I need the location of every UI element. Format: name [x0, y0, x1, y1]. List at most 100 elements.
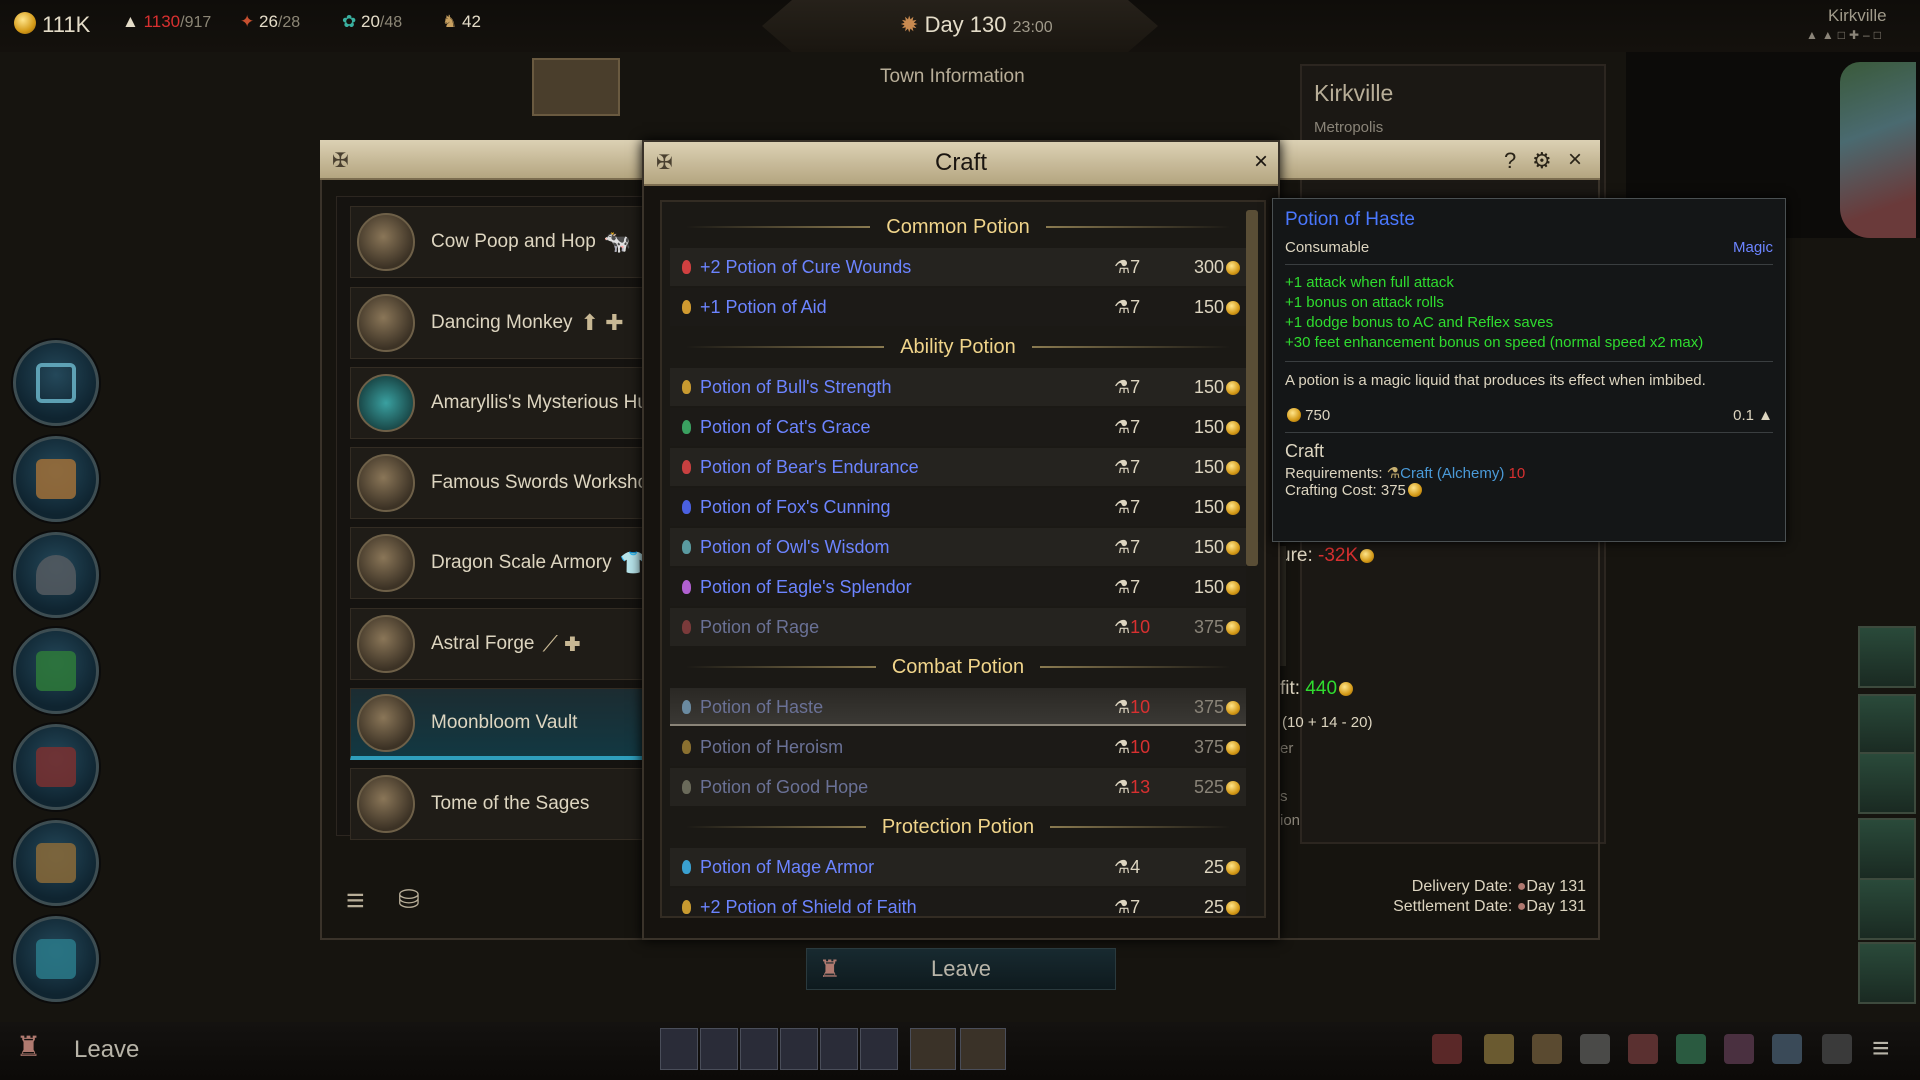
resource2-counter: ✿ 20/48: [342, 12, 402, 32]
coin-icon: [1226, 861, 1240, 875]
establishment-label: Famous Swords Workshop: [431, 472, 659, 493]
recipe-row[interactable]: Potion of Fox's Cunning ⚗7 150: [670, 488, 1246, 526]
skill-value: 13: [1130, 777, 1151, 797]
requirements-label: Requirements:: [1285, 465, 1383, 482]
party-member-slot[interactable]: [660, 1028, 698, 1070]
red-potion-icon: [682, 460, 691, 474]
recipe-row[interactable]: Potion of Mage Armor ⚗4 25: [670, 848, 1246, 886]
price-value: 150: [1193, 537, 1224, 557]
craft-close-button[interactable]: ×: [1254, 148, 1268, 176]
effect-line: +1 attack when full attack: [1285, 274, 1454, 291]
book-icon[interactable]: [1724, 1034, 1754, 1064]
guild-banner-button[interactable]: [13, 628, 99, 714]
bottom-leave-button[interactable]: Leave: [74, 1036, 139, 1064]
gold-value: 111K: [42, 12, 91, 37]
establishment-item[interactable]: Tome of the Sages: [350, 768, 646, 840]
astral-blades-icon: [357, 615, 415, 673]
price-value: 375: [1193, 737, 1224, 757]
establishment-item[interactable]: Amaryllis's Mysterious Hut: [350, 367, 653, 439]
recipe-row[interactable]: Potion of Cat's Grace ⚗7 150: [670, 408, 1246, 446]
quest-button[interactable]: [13, 724, 99, 810]
crowd-icon[interactable]: [1772, 1034, 1802, 1064]
recipe-row-disabled[interactable]: Potion of Good Hope ⚗13 525: [670, 768, 1246, 806]
establishment-item[interactable]: Famous Swords Workshop: [350, 447, 659, 519]
storage-button[interactable]: [13, 436, 99, 522]
recipe-name: Potion of Good Hope: [700, 777, 869, 797]
minimap-terrain: [1840, 62, 1916, 238]
party-member-slot[interactable]: [740, 1028, 778, 1070]
window-controls[interactable]: ▲▲□✚–□: [1806, 28, 1885, 42]
recipe-row[interactable]: +2 Potion of Cure Wounds ⚗7 300: [670, 248, 1246, 286]
recipe-row[interactable]: Potion of Bear's Endurance ⚗7 150: [670, 448, 1246, 486]
gear-icon[interactable]: [1822, 1034, 1852, 1064]
resource1-counter: ✦ 26/28: [240, 12, 300, 32]
establishment-label: Astral Forge: [431, 633, 535, 654]
hammer-icon[interactable]: [1628, 1034, 1658, 1064]
party-member-slot[interactable]: [860, 1028, 898, 1070]
establishment-item[interactable]: Cow Poop and Hop 🐄: [350, 206, 646, 278]
party-member-slot[interactable]: [780, 1028, 818, 1070]
recipe-name: Potion of Bear's Endurance: [700, 457, 919, 477]
recipe-row-disabled[interactable]: Potion of Rage ⚗10 375: [670, 608, 1246, 646]
recipe-row[interactable]: Potion of Eagle's Splendor ⚗7 150: [670, 568, 1246, 606]
tooltip-weight: 0.1 ▲: [1733, 407, 1773, 424]
leader-portrait-slot[interactable]: [910, 1028, 956, 1070]
establishment-item[interactable]: Astral Forge ⟋ ✚: [350, 608, 646, 680]
coin-icon: [1226, 781, 1240, 795]
castle-icon[interactable]: ♜: [16, 1030, 41, 1063]
divider: [1285, 264, 1773, 265]
price-value: 150: [1193, 297, 1224, 317]
scales-icon[interactable]: [1580, 1034, 1610, 1064]
craft-recipe-list[interactable]: Common Potion +2 Potion of Cure Wounds ⚗7…: [660, 200, 1266, 918]
skill-req: ⚗7: [1114, 257, 1141, 277]
book-quill-icon: [357, 775, 415, 833]
effect-line: +30 feet enhancement bonus on speed (nor…: [1285, 334, 1704, 351]
coin-icon: [1226, 421, 1240, 435]
party-member-slot[interactable]: [820, 1028, 858, 1070]
recipe-row-hovered[interactable]: Potion of Haste ⚗10 375: [670, 688, 1246, 726]
help-button[interactable]: ?: [1504, 148, 1516, 174]
coin-icon: [1226, 381, 1240, 395]
establishment-item[interactable]: Dragon Scale Armory 👕: [350, 527, 647, 599]
skill-req: ⚗4: [1114, 857, 1141, 877]
recipe-scrollbar[interactable]: [1246, 210, 1258, 566]
hero-portrait[interactable]: [1858, 942, 1916, 1004]
menu-icon[interactable]: ≡: [1872, 1032, 1890, 1066]
wheat-icon: [357, 213, 415, 271]
tooltip-value-amount: 750: [1305, 407, 1331, 424]
menu-icon[interactable]: ≡: [346, 882, 365, 919]
establishment-item-selected[interactable]: Moonbloom Vault: [350, 688, 646, 760]
chest-icon[interactable]: [1484, 1034, 1514, 1064]
cyan-potion-icon: [682, 860, 691, 874]
barrel-icon[interactable]: [1532, 1034, 1562, 1064]
leave-label: Leave: [931, 956, 991, 981]
market-button[interactable]: [13, 916, 99, 1002]
recipe-row[interactable]: +1 Potion of Aid ⚗7 150: [670, 288, 1246, 326]
recipe-row[interactable]: Potion of Bull's Strength ⚗7 150: [670, 368, 1246, 406]
leave-button[interactable]: ♜ Leave: [806, 948, 1116, 990]
spider-icon[interactable]: [1432, 1034, 1462, 1064]
leader-portrait-slot[interactable]: [960, 1028, 1006, 1070]
price-value: 25: [1203, 857, 1224, 877]
grid-icon[interactable]: [1676, 1034, 1706, 1064]
hero-portrait[interactable]: [1858, 694, 1916, 756]
time-value: 23:00: [1012, 19, 1053, 36]
crafting-button[interactable]: [13, 532, 99, 618]
outer-close-button[interactable]: ×: [1568, 146, 1582, 174]
establishment-item[interactable]: Dancing Monkey ⬆ ✚: [350, 287, 646, 359]
tavern-button[interactable]: [13, 820, 99, 906]
hero-portrait[interactable]: [1858, 752, 1916, 814]
recipe-row[interactable]: Potion of Owl's Wisdom ⚗7 150: [670, 528, 1246, 566]
guild-hall-button[interactable]: [13, 340, 99, 426]
recipe-row[interactable]: +2 Potion of Shield of Faith ⚗7 25: [670, 888, 1246, 916]
town-thumbnail[interactable]: [532, 58, 620, 116]
recipe-row-disabled[interactable]: Potion of Heroism ⚗10 375: [670, 728, 1246, 766]
settings-gear-icon[interactable]: ⚙: [1532, 148, 1552, 174]
party-member-slot[interactable]: [700, 1028, 738, 1070]
hero-portrait[interactable]: [1858, 878, 1916, 940]
recipe-name: Potion of Haste: [700, 697, 824, 717]
stack-icon[interactable]: ⛁: [398, 884, 420, 915]
price-value: 375: [1193, 697, 1224, 717]
hero-portrait[interactable]: [1858, 626, 1916, 688]
hero-portrait[interactable]: [1858, 818, 1916, 880]
